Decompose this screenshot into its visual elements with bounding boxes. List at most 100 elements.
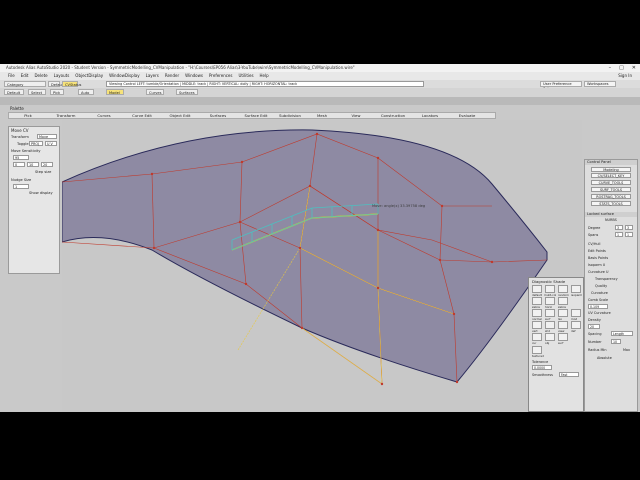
shelf-pick[interactable]: Pick	[50, 89, 64, 95]
curvature-u-checkbox[interactable]: Curvature U	[588, 270, 608, 274]
show-display-checkbox[interactable]: Show display	[29, 191, 53, 195]
shelf-select[interactable]: Select	[28, 89, 46, 95]
tolerance-field[interactable]: 0.0000	[532, 365, 552, 370]
density-field[interactable]: 20	[588, 324, 600, 329]
stats-tools-button[interactable]: STATS_TOOLS	[591, 201, 631, 206]
tab-construction[interactable]: Construction	[373, 113, 413, 118]
cv-hull-checkbox[interactable]: CV/Hull	[588, 242, 600, 246]
tab-curves[interactable]: Curves	[85, 113, 123, 118]
surf-tools-button[interactable]: SURF_TOOLS	[591, 187, 631, 192]
shade-random-icon[interactable]	[558, 285, 568, 293]
shade-textured-icon[interactable]	[532, 346, 542, 354]
shade-mod-icon[interactable]	[571, 309, 581, 317]
shade-zebra-icon[interactable]	[532, 297, 542, 305]
tab-subdivision[interactable]: Subdivision	[275, 113, 305, 118]
shade-shd-icon[interactable]	[545, 321, 555, 329]
shade-horiz-icon[interactable]	[545, 297, 555, 305]
value-field-3[interactable]: 20	[41, 162, 53, 167]
shade-iso-icon[interactable]	[558, 309, 568, 317]
minimize-button[interactable]: –	[609, 65, 612, 71]
tab-surfaces[interactable]: Surfaces	[199, 113, 237, 118]
tab-evaluate[interactable]: Evaluate	[447, 113, 487, 118]
tab-mesh[interactable]: Mesh	[305, 113, 339, 118]
shade-vert-icon[interactable]	[532, 321, 542, 329]
move-angle-annotation: Move: angle(x) 33.39758 deg	[372, 204, 426, 208]
shelf-auto[interactable]: Auto	[78, 89, 94, 95]
shelf-model[interactable]: Model	[106, 89, 124, 95]
menu-file[interactable]: File	[8, 72, 15, 80]
tab-transform[interactable]: Transform	[47, 113, 85, 118]
shade-cur-icon[interactable]	[532, 333, 542, 341]
spans-v-field[interactable]: 1	[625, 232, 633, 237]
move-cv-panel: Move CV Transform Move Toggle PROJ U V M…	[8, 126, 60, 274]
smoothness-dropdown[interactable]: Fast	[559, 372, 579, 377]
sensitivity-field[interactable]: 95	[13, 155, 29, 160]
shade-default-icon[interactable]	[532, 285, 542, 293]
shelf-default[interactable]: Default	[4, 89, 24, 95]
quality-toggle[interactable]: Quality	[595, 284, 607, 288]
tab-pick[interactable]: Pick	[9, 113, 47, 118]
move-cv-title: Move CV	[11, 128, 29, 133]
absolute-checkbox[interactable]: Absolute	[597, 356, 612, 360]
curvature-toggle[interactable]: Curvature	[591, 291, 608, 295]
menu-edit[interactable]: Edit	[21, 72, 29, 80]
tab-curve-edit[interactable]: Curve Edit	[123, 113, 161, 118]
spacing-dropdown[interactable]: Length	[611, 331, 633, 336]
default-button[interactable]: Default	[48, 81, 64, 87]
tab-surface-edit[interactable]: Surface Edit	[237, 113, 275, 118]
close-button[interactable]: ✕	[632, 65, 636, 71]
nudge-field[interactable]: 1	[13, 184, 29, 189]
shelf-curves[interactable]: Curves	[146, 89, 164, 95]
edit-points-checkbox[interactable]: Edit Points	[588, 249, 606, 253]
menu-preferences[interactable]: Preferences	[209, 72, 233, 80]
spans-u-field[interactable]: 1	[615, 232, 623, 237]
number-field[interactable]: 10	[611, 339, 621, 344]
degree-v-field[interactable]: 3	[625, 225, 633, 230]
move-sensitivity-label: Move Sensitivity	[11, 149, 41, 153]
menu-delete[interactable]: Delete	[34, 72, 47, 80]
isoparm-u-checkbox[interactable]: Isoparm U	[588, 263, 605, 267]
rostrag-tools-button[interactable]: ROSTRAG_TOOLS	[591, 194, 631, 199]
menu-objectdisplay[interactable]: ObjectDisplay	[75, 72, 103, 80]
menu-layers[interactable]: Layers	[146, 72, 159, 80]
cv-status-button[interactable]: CVStatus	[62, 81, 81, 87]
shade-obj-label: obj	[545, 341, 550, 345]
perspective-viewport[interactable]: Y Z	[61, 120, 582, 412]
toggle-uv-field[interactable]: U V	[45, 141, 57, 146]
sign-in-link[interactable]: Sign In	[618, 72, 632, 80]
menu-windows[interactable]: Windows	[185, 72, 203, 80]
modeling-dropdown[interactable]: Modeling	[591, 167, 631, 172]
tab-view[interactable]: View	[339, 113, 373, 118]
shade-def-icon[interactable]	[571, 321, 581, 329]
shade-isoparm-icon[interactable]	[571, 285, 581, 293]
shade-zebra2-icon[interactable]	[558, 297, 568, 305]
shade-normal-icon[interactable]	[532, 309, 542, 317]
shade-obj-icon[interactable]	[545, 333, 555, 341]
transform-dropdown[interactable]: Move	[37, 134, 57, 139]
menu-windowdisplay[interactable]: WindowDisplay	[109, 72, 140, 80]
user-preference-sets[interactable]: User Preference Sets	[540, 81, 582, 91]
toggle-proj-field[interactable]: PROJ	[29, 141, 43, 146]
cv-select-button[interactable]: CV/SELECT_KEY	[591, 173, 631, 178]
value-field-1[interactable]: 0	[13, 162, 25, 167]
menu-help[interactable]: Help	[260, 72, 269, 80]
shade-surf2-icon[interactable]	[558, 333, 568, 341]
value-field-2[interactable]: 10	[27, 162, 39, 167]
degree-u-field[interactable]: 3	[615, 225, 623, 230]
maximize-button[interactable]: □	[619, 65, 624, 71]
transparency-toggle[interactable]: Transparency	[595, 277, 618, 281]
workspaces-dropdown[interactable]: Workspaces	[584, 81, 616, 87]
menu-render[interactable]: Render	[165, 72, 179, 80]
basis-points-checkbox[interactable]: Basis Points	[588, 256, 608, 260]
tab-locators[interactable]: Locators	[413, 113, 447, 118]
menu-layouts[interactable]: Layouts	[54, 72, 70, 80]
menu-utilities[interactable]: Utilities	[238, 72, 253, 80]
curve-tools-button[interactable]: CURVE_TOOLS	[591, 180, 631, 185]
category-dropdown[interactable]: Category	[4, 81, 46, 87]
tab-object-edit[interactable]: Object Edit	[161, 113, 199, 118]
comb-scale-field[interactable]: 0.109	[588, 304, 608, 309]
shade-surf-icon[interactable]	[545, 309, 555, 317]
shelf-surfaces[interactable]: Surfaces	[176, 89, 198, 95]
shade-view-icon[interactable]	[558, 321, 568, 329]
shade-multicolor-icon[interactable]	[545, 285, 555, 293]
